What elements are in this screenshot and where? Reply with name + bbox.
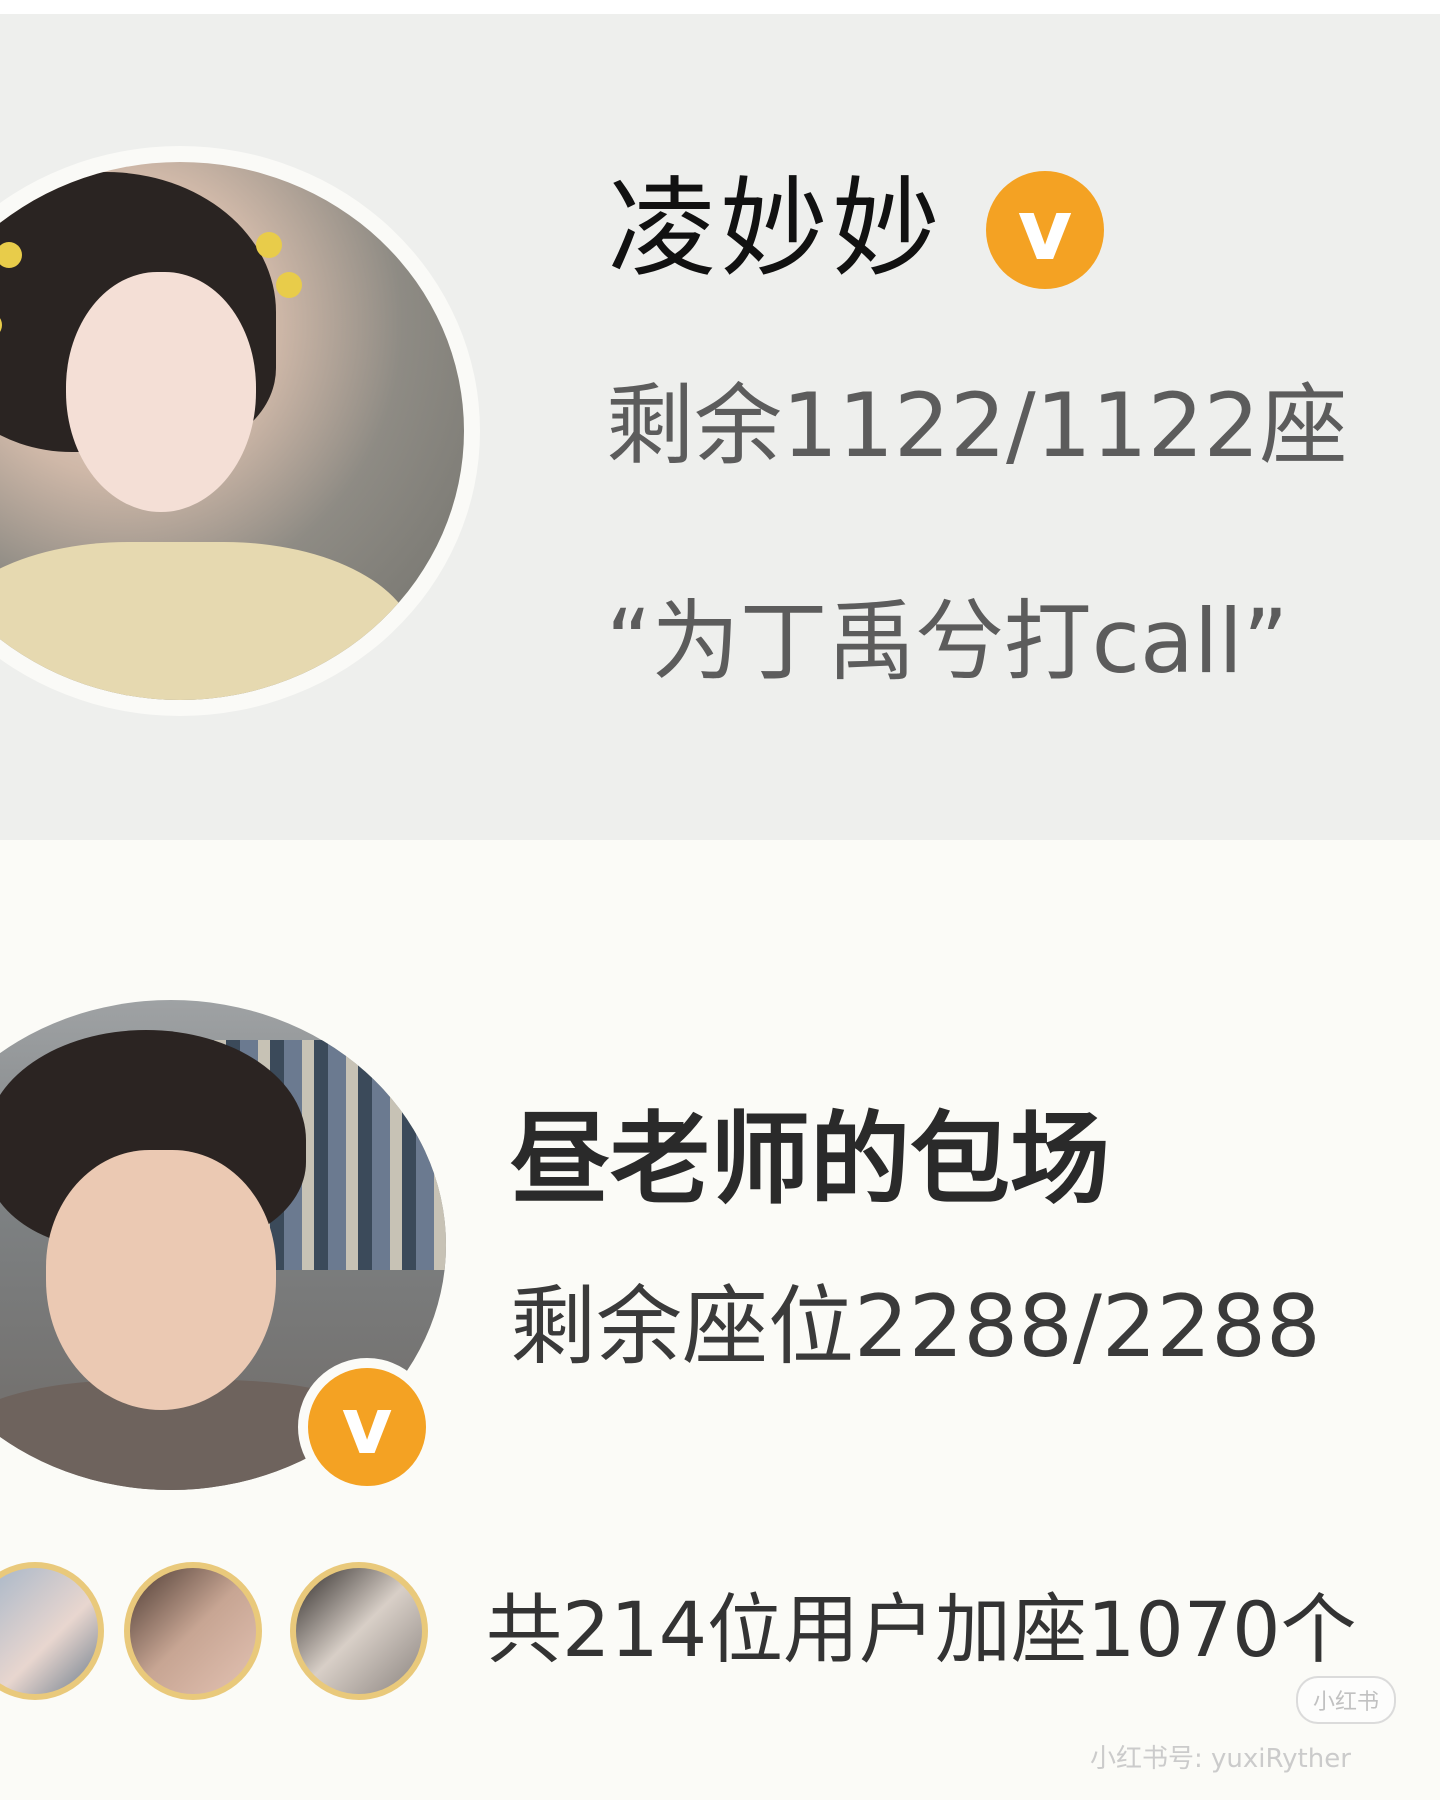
avatar-face (66, 272, 256, 512)
screenshot-page: 凌妙妙 v 剩余1122/1122座 “为丁禹兮打call” v 昼老师的包场 … (0, 0, 1440, 1800)
host-name[interactable]: 凌妙妙 (608, 176, 944, 284)
avatar-face (46, 1150, 276, 1410)
host-avatar[interactable] (0, 146, 480, 716)
top-strip (0, 0, 1440, 14)
screening-quote: “为丁禹兮打call” (606, 590, 1289, 693)
participants-summary[interactable]: 共214位用户加座1070个 (486, 1592, 1356, 1668)
participant-avatar[interactable] (290, 1562, 428, 1700)
watermark-account: 小红书号: yuxiRyther (1090, 1744, 1351, 1774)
verified-v-icon: v (986, 171, 1105, 289)
flower-ornament (256, 232, 282, 258)
seats-remaining: 剩余1122/1122座 (606, 374, 1348, 477)
host-card-lingmiaomiao[interactable]: 凌妙妙 v 剩余1122/1122座 “为丁禹兮打call” (0, 0, 1440, 840)
host-name-row: 凌妙妙 v (608, 170, 1105, 290)
watermark-logo: 小红书 (1296, 1676, 1396, 1724)
flower-ornament (276, 272, 302, 298)
seats-remaining: 剩余座位2288/2288 (510, 1277, 1321, 1377)
verified-v-icon: v (298, 1358, 436, 1496)
participant-avatar[interactable] (124, 1562, 262, 1700)
avatar-robe (0, 542, 416, 700)
host-name[interactable]: 昼老师的包场 (510, 1110, 1110, 1210)
